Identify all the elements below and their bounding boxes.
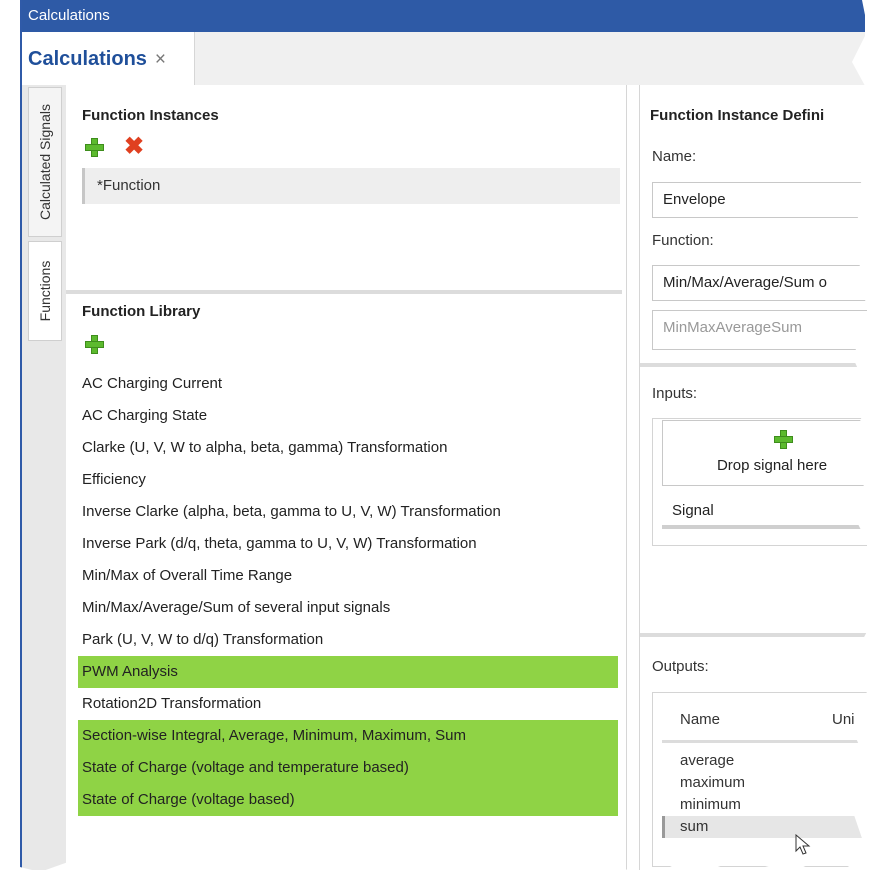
inputs-splitter[interactable] <box>640 633 867 637</box>
outputs-list: average maximum minimum sum <box>662 750 867 838</box>
output-item[interactable]: minimum <box>662 794 867 816</box>
outputs-label: Outputs: <box>652 658 709 675</box>
close-icon[interactable]: × <box>155 49 166 70</box>
function-instances-title: Function Instances <box>82 107 219 124</box>
function-label: Function: <box>652 232 714 249</box>
library-item[interactable]: Efficiency <box>78 464 618 496</box>
pane-splitter[interactable] <box>66 290 622 294</box>
title-bar: Calculations <box>22 0 865 32</box>
instance-list-item[interactable]: *Function <box>82 168 620 204</box>
library-item[interactable]: AC Charging Current <box>78 368 618 400</box>
library-item[interactable]: Min/Max/Average/Sum of several input sig… <box>78 592 618 624</box>
mouse-cursor-icon <box>795 834 811 855</box>
vertical-splitter[interactable] <box>626 85 640 870</box>
output-item[interactable]: average <box>662 750 867 772</box>
function-library-title: Function Library <box>82 303 201 320</box>
tab-calculated-signals-label: Calculated Signals <box>37 104 53 220</box>
outputs-name-header[interactable]: Name <box>680 711 720 728</box>
add-input-plus-icon[interactable] <box>773 429 793 449</box>
outputs-unit-header[interactable]: Uni <box>832 711 855 728</box>
library-item[interactable]: Min/Max of Overall Time Range <box>78 560 618 592</box>
library-item[interactable]: PWM Analysis <box>78 656 618 688</box>
output-item[interactable]: maximum <box>662 772 867 794</box>
input-signal-row[interactable]: Signal <box>662 493 867 529</box>
name-field[interactable]: Envelope <box>652 182 867 218</box>
tab-calculations[interactable]: Calculations × <box>22 32 195 85</box>
definition-splitter[interactable] <box>640 363 867 367</box>
library-item[interactable]: Inverse Clarke (alpha, beta, gamma to U,… <box>78 496 618 528</box>
library-item[interactable]: AC Charging State <box>78 400 618 432</box>
inputs-label: Inputs: <box>652 385 698 402</box>
function-library-list: AC Charging Current AC Charging State Cl… <box>78 368 618 816</box>
name-label: Name: <box>652 148 697 165</box>
library-item[interactable]: State of Charge (voltage based) <box>78 784 618 816</box>
drop-signal-text: Drop signal here <box>716 457 828 474</box>
library-item[interactable]: Park (U, V, W to d/q) Transformation <box>78 624 618 656</box>
library-item[interactable]: Rotation2D Transformation <box>78 688 618 720</box>
library-item[interactable]: Clarke (U, V, W to alpha, beta, gamma) T… <box>78 432 618 464</box>
library-item[interactable]: Inverse Park (d/q, theta, gamma to U, V,… <box>78 528 618 560</box>
function-select[interactable]: Min/Max/Average/Sum o <box>652 265 867 301</box>
side-tab-strip: Calculated Signals Functions <box>22 85 66 870</box>
tab-calculations-label: Calculations <box>28 48 147 70</box>
function-id-field: MinMaxAverageSum <box>652 310 867 350</box>
window-title: Calculations <box>28 7 110 24</box>
tab-functions[interactable]: Functions <box>28 241 62 341</box>
calculations-window: Calculations Calculations × Calculated Si… <box>20 0 867 870</box>
definition-title: Function Instance Defini <box>650 107 825 124</box>
delete-instance-icon[interactable]: ✖ <box>124 135 144 159</box>
left-pane: Function Instances ✖ *Function Function … <box>66 85 626 870</box>
add-instance-plus-icon[interactable] <box>84 137 104 157</box>
tab-functions-label: Functions <box>37 260 53 322</box>
document-tabstrip: Calculations × <box>22 32 865 86</box>
outputs-header-divider <box>662 740 867 743</box>
definition-pane: Function Instance Defini Name: Envelope … <box>640 85 867 870</box>
library-item[interactable]: Section-wise Integral, Average, Minimum,… <box>78 720 618 752</box>
add-library-plus-icon[interactable] <box>84 334 104 354</box>
tab-calculated-signals[interactable]: Calculated Signals <box>28 87 62 237</box>
drop-signal-zone[interactable]: Drop signal here <box>662 420 867 486</box>
library-item[interactable]: State of Charge (voltage and temperature… <box>78 752 618 784</box>
output-item-selected[interactable]: sum <box>662 816 867 838</box>
